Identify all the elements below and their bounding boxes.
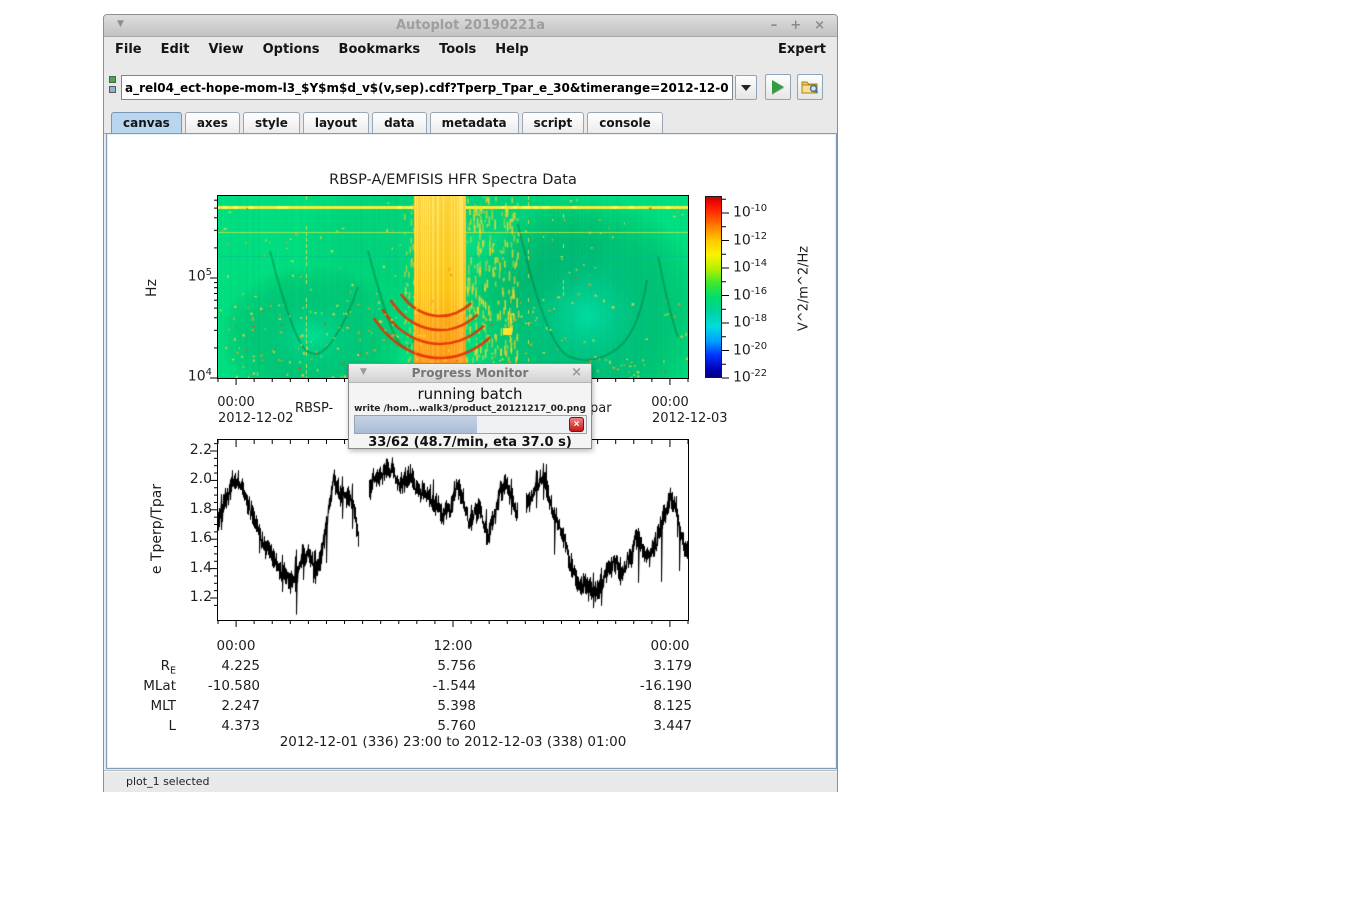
- tab-canvas[interactable]: canvas: [111, 112, 182, 133]
- menu-expert[interactable]: Expert: [778, 42, 826, 57]
- statusbar: plot_1 selected: [104, 770, 837, 792]
- table-value: 5.756: [396, 658, 476, 674]
- colorbar-tick-label: 10-16: [733, 286, 803, 304]
- spectrogram-canvas[interactable]: [217, 195, 689, 379]
- table-row-label: MLT: [126, 698, 176, 714]
- window-titlebar[interactable]: ▼ Autoplot 20190221a – + ×: [104, 15, 837, 37]
- window-title: Autoplot 20190221a: [104, 18, 837, 33]
- uri-input[interactable]: [121, 75, 733, 100]
- maximize-button[interactable]: +: [790, 18, 801, 33]
- bottom-plot-title-fragment-right: par: [590, 401, 612, 416]
- top-plot-date-right: 2012-12-03: [652, 411, 728, 426]
- dialog-close-icon[interactable]: ×: [571, 365, 582, 380]
- menu-item-file[interactable]: File: [115, 42, 142, 57]
- tab-style[interactable]: style: [243, 112, 300, 133]
- table-row-label: RE: [126, 658, 176, 677]
- bottom-plot-title-fragment-left: RBSP-: [295, 401, 333, 416]
- progress-monitor-dialog: ▼ Progress Monitor × running batch write…: [348, 363, 592, 449]
- plot-canvas-area: RBSP-A/EMFISIS HFR Spectra Data Hz V^2/m…: [106, 133, 837, 769]
- inspect-uri-button[interactable]: [797, 74, 823, 100]
- bottom-plot-xtick-label: 00:00: [214, 638, 258, 654]
- menu-item-options[interactable]: Options: [263, 42, 320, 57]
- bottom-plot-ylabel: e Tperp/Tpar: [149, 467, 165, 591]
- table-value: 4.373: [180, 718, 260, 734]
- top-plot-ylabel: Hz: [144, 268, 160, 308]
- colorbar-tick-label: 10-18: [733, 313, 803, 331]
- top-plot-date-left: 2012-12-02: [218, 411, 294, 426]
- top-plot-ytick-label: 104: [162, 367, 212, 385]
- menubar: File Edit View Options Bookmarks Tools Help Ex…: [104, 37, 837, 61]
- uri-dropdown-button[interactable]: [735, 75, 757, 100]
- menu-item-tools[interactable]: Tools: [439, 42, 476, 57]
- go-button[interactable]: [765, 74, 791, 100]
- tab-data[interactable]: data: [372, 112, 427, 133]
- colorbar-tick-label: 10-14: [733, 258, 803, 276]
- table-value: 2.247: [180, 698, 260, 714]
- cancel-button[interactable]: ×: [569, 417, 584, 432]
- table-row-label: MLat: [126, 678, 176, 694]
- table-value: -16.190: [612, 678, 692, 694]
- toolbar: [104, 61, 837, 111]
- menu-item-bookmarks[interactable]: Bookmarks: [339, 42, 421, 57]
- datasource-blue-icon[interactable]: [109, 86, 116, 93]
- chevron-down-icon: [741, 85, 751, 91]
- table-value: 5.760: [396, 718, 476, 734]
- colorbar-tick-label: 10-10: [733, 203, 803, 221]
- table-value: 5.398: [396, 698, 476, 714]
- progress-status-label: 33/62 (48.7/min, eta 37.0 s): [349, 435, 591, 450]
- top-plot-title: RBSP-A/EMFISIS HFR Spectra Data: [253, 172, 653, 188]
- dialog-title: Progress Monitor: [349, 366, 591, 380]
- tab-axes[interactable]: axes: [185, 112, 240, 133]
- table-value: 3.447: [612, 718, 692, 734]
- colorbar: [705, 196, 722, 378]
- play-icon: [772, 80, 784, 94]
- bottom-plot-xtick-label: 00:00: [648, 638, 692, 654]
- bottom-plot-ytick-label: 1.4: [172, 560, 212, 576]
- table-row-label: L: [126, 718, 176, 734]
- top-plot-ytick-label: 105: [162, 267, 212, 285]
- bottom-plot-ytick-label: 1.8: [172, 501, 212, 517]
- table-value: 8.125: [612, 698, 692, 714]
- top-plot-xtick-label: 00:00: [648, 395, 692, 410]
- menu-item-view[interactable]: View: [208, 42, 243, 57]
- menu-item-help[interactable]: Help: [495, 42, 528, 57]
- progress-detail-label: write /hom...walk3/product_20121217_00.p…: [349, 404, 591, 414]
- colorbar-tick-label: 10-12: [733, 231, 803, 249]
- datasource-green-icon[interactable]: [109, 76, 116, 83]
- progress-bar: ×: [354, 415, 587, 434]
- bottom-plot-ytick-label: 1.6: [172, 530, 212, 546]
- progress-task-label: running batch: [349, 385, 591, 403]
- table-value: -10.580: [180, 678, 260, 694]
- table-value: -1.544: [396, 678, 476, 694]
- tab-script[interactable]: script: [522, 112, 585, 133]
- tab-console[interactable]: console: [587, 112, 663, 133]
- lineplot-canvas[interactable]: [217, 439, 689, 621]
- table-value: 4.225: [180, 658, 260, 674]
- bottom-plot-ytick-label: 2.2: [172, 442, 212, 458]
- bottom-plot-ytick-label: 1.2: [172, 589, 212, 605]
- tab-metadata[interactable]: metadata: [430, 112, 519, 133]
- tabstrip: canvasaxesstylelayoutdatametadatascriptc…: [104, 111, 837, 134]
- table-value: 3.179: [612, 658, 692, 674]
- tab-layout[interactable]: layout: [303, 112, 369, 133]
- progress-bar-fill: [355, 416, 477, 433]
- bottom-plot-xtick-label: 12:00: [431, 638, 475, 654]
- autoplot-window: ▼ Autoplot 20190221a – + × File Edit View O…: [103, 14, 838, 792]
- minimize-button[interactable]: –: [771, 18, 778, 33]
- status-text: plot_1 selected: [126, 775, 210, 788]
- time-range-label: 2012-12-01 (336) 23:00 to 2012-12-03 (33…: [253, 734, 653, 750]
- colorbar-tick-label: 10-22: [733, 368, 803, 386]
- colorbar-tick-label: 10-20: [733, 341, 803, 359]
- folder-magnifier-icon: [801, 79, 819, 95]
- close-button[interactable]: ×: [814, 18, 825, 33]
- top-plot-xtick-label: 00:00: [214, 395, 258, 410]
- dialog-titlebar[interactable]: ▼ Progress Monitor ×: [349, 364, 591, 383]
- menu-item-edit[interactable]: Edit: [161, 42, 190, 57]
- bottom-plot-ytick-label: 2.0: [172, 471, 212, 487]
